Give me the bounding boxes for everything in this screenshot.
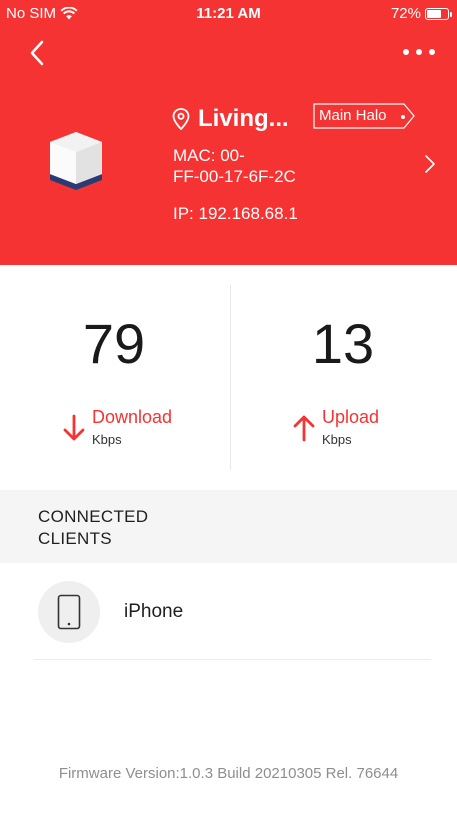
more-dot-icon [403, 49, 409, 55]
upload-value: 13 [311, 312, 375, 375]
connected-clients-header: CONNECTED CLIENTS [0, 490, 457, 563]
upload-unit: Kbps [322, 432, 352, 447]
download-label-group: Download Kbps [62, 407, 172, 447]
device-location-name: Living... [198, 105, 289, 132]
more-options-button[interactable] [403, 44, 443, 60]
mac-line-1: MAC: 00- [173, 146, 245, 165]
main-halo-badge: Main Halo [313, 103, 415, 129]
client-name: iPhone [124, 601, 184, 622]
main-halo-label: Main Halo [319, 107, 387, 124]
client-avatar [38, 581, 100, 643]
firmware-version: Firmware Version:1.0.3 Build 20210305 Re… [58, 765, 399, 782]
more-dot-icon [416, 49, 422, 55]
device-header: No SIM 11:21 AM 72% Living... Main Halo … [0, 0, 457, 265]
battery-fill [427, 9, 441, 18]
download-label: Download [92, 407, 173, 427]
status-time: 11:21 AM [196, 5, 261, 22]
deco-device-image [50, 132, 102, 190]
location-row[interactable]: Living... [172, 105, 289, 133]
upload-label-group: Upload Kbps [292, 407, 379, 447]
chevron-left-icon [30, 40, 44, 66]
battery-percent: 72% [390, 5, 421, 22]
upload-panel: 13 Upload Kbps [229, 265, 457, 490]
mac-line-2: FF-00-17-6F-2C [173, 167, 296, 186]
ip-address: IP: 192.168.68.1 [173, 204, 298, 223]
arrow-up-icon [293, 415, 315, 442]
download-unit: Kbps [92, 432, 122, 447]
phone-icon [57, 594, 81, 630]
battery-icon [425, 7, 452, 20]
location-pin-icon [172, 108, 190, 130]
status-right: 72% [390, 5, 452, 22]
more-dot-icon [429, 49, 435, 55]
upload-text: Upload Kbps [322, 407, 379, 447]
back-button[interactable] [24, 38, 54, 68]
client-list-item[interactable]: iPhone [0, 563, 457, 660]
connected-clients-title: CONNECTED CLIENTS [38, 507, 149, 548]
upload-label: Upload [322, 407, 380, 427]
speed-section: 79 Download Kbps 13 Upload Kbps [0, 265, 457, 490]
status-bar: No SIM 11:21 AM 72% [0, 0, 457, 28]
client-separator [34, 659, 431, 660]
download-panel: 79 Download Kbps [0, 265, 228, 490]
device-details-button[interactable] [423, 152, 437, 176]
arrow-down-icon [63, 414, 85, 441]
chevron-right-icon [425, 155, 435, 173]
download-value: 79 [82, 312, 146, 375]
download-text: Download Kbps [92, 407, 172, 447]
